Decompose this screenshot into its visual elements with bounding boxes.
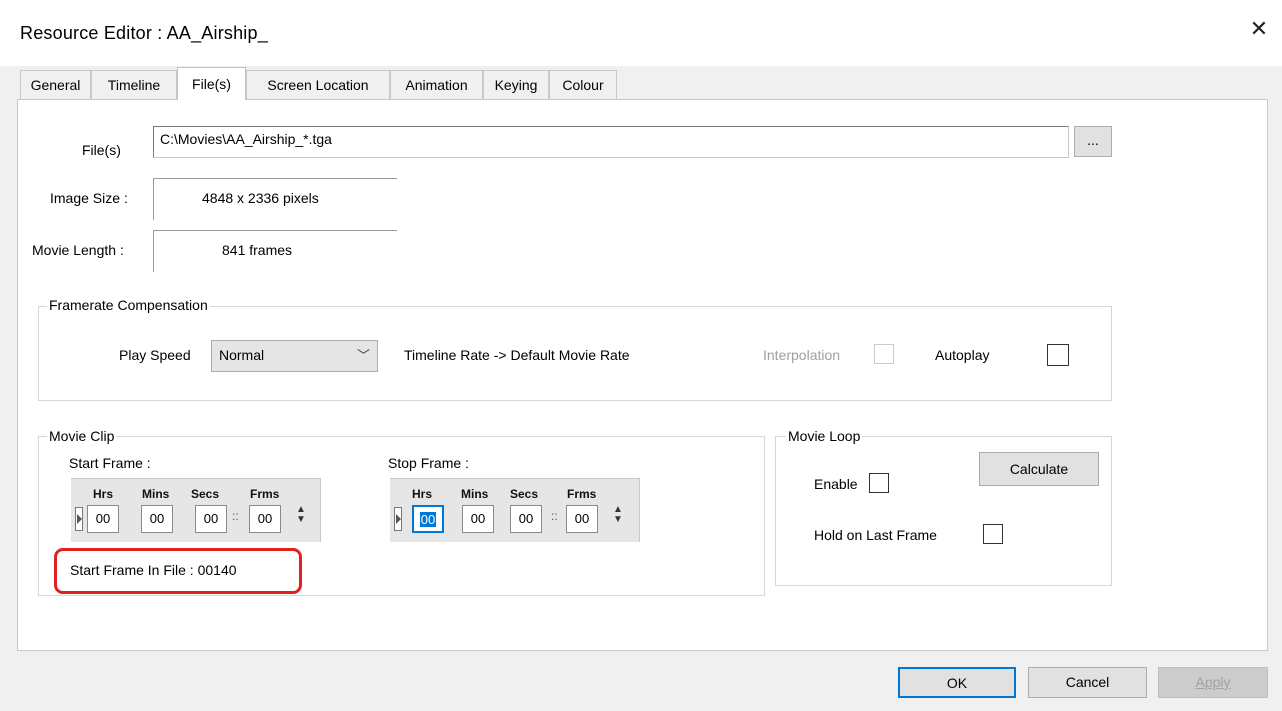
mins-header: Mins [461,487,489,501]
ok-button[interactable]: OK [898,667,1016,698]
movie-length-label: Movie Length : [32,242,124,258]
spinner-icon[interactable]: ▲ ▼ [295,505,307,525]
frame-separator: :: [551,509,558,523]
stop-mins-field[interactable]: 00 [462,505,494,533]
movie-clip-group-title: Movie Clip [47,428,117,444]
start-secs-field[interactable]: 00 [195,505,227,533]
start-frame-label: Start Frame : [69,455,151,471]
frms-header: Frms [250,487,280,501]
play-speed-label: Play Speed [119,347,191,363]
window-title: Resource Editor : AA_Airship_ [20,23,268,43]
frame-separator: :: [232,509,239,523]
frms-header: Frms [567,487,597,501]
mins-header: Mins [142,487,170,501]
start-frms-field[interactable]: 00 [249,505,281,533]
tab-screen-location[interactable]: Screen Location [246,70,390,99]
tab-files[interactable]: File(s) [177,67,246,100]
hold-last-frame-checkbox[interactable] [983,524,1003,544]
tab-animation[interactable]: Animation [390,70,483,99]
image-size-label: Image Size : [50,190,128,206]
autoplay-checkbox[interactable] [1047,344,1069,366]
secs-header: Secs [191,487,220,501]
stop-frame-label: Stop Frame : [388,455,469,471]
cancel-button[interactable]: Cancel [1028,667,1147,698]
framerate-group-title: Framerate Compensation [47,297,210,313]
autoplay-label: Autoplay [935,347,990,363]
hold-last-frame-label: Hold on Last Frame [814,527,937,543]
hrs-header: Hrs [412,487,433,501]
stop-frms-field[interactable]: 00 [566,505,598,533]
tab-colour[interactable]: Colour [549,70,617,99]
movie-length-value: 841 frames [222,242,293,258]
files-label: File(s) [82,142,121,158]
rate-text: Timeline Rate -> Default Movie Rate [404,347,630,363]
stop-hrs-field[interactable]: 00 [412,505,444,533]
image-size-value: 4848 x 2336 pixels [202,190,319,206]
chevron-down-icon: ﹀ [356,348,370,363]
enable-label: Enable [814,476,858,492]
stop-hrs-value: 00 [419,512,437,527]
start-frame-timecode: Hrs Mins Secs Frms 00 00 00 :: 00 ▲ ▼ [71,478,321,542]
apply-button[interactable]: Apply [1158,667,1268,698]
browse-button[interactable]: ... [1074,126,1112,157]
tab-keying[interactable]: Keying [483,70,549,99]
calculate-button[interactable]: Calculate [979,452,1099,486]
interpolation-label: Interpolation [763,347,841,363]
files-path-input[interactable]: C:\Movies\AA_Airship_*.tga [153,126,1069,158]
highlight-ring [54,548,302,594]
hrs-header: Hrs [93,487,114,501]
enable-checkbox[interactable] [869,473,889,493]
play-speed-value: Normal [219,347,265,363]
stop-frame-timecode: Hrs Mins Secs Frms 00 00 00 :: 00 ▲ ▼ [390,478,640,542]
play-icon[interactable] [394,507,402,531]
interpolation-checkbox[interactable] [874,344,894,364]
play-speed-select[interactable]: Normal ﹀ [211,340,378,372]
stop-secs-field[interactable]: 00 [510,505,542,533]
secs-header: Secs [510,487,539,501]
play-icon[interactable] [75,507,83,531]
start-mins-field[interactable]: 00 [141,505,173,533]
close-icon[interactable]: ✕ [1244,14,1274,44]
start-hrs-field[interactable]: 00 [87,505,119,533]
movie-loop-group-title: Movie Loop [786,428,863,444]
spinner-icon[interactable]: ▲ ▼ [612,505,624,525]
tab-general[interactable]: General [20,70,91,99]
tab-timeline[interactable]: Timeline [91,70,177,99]
